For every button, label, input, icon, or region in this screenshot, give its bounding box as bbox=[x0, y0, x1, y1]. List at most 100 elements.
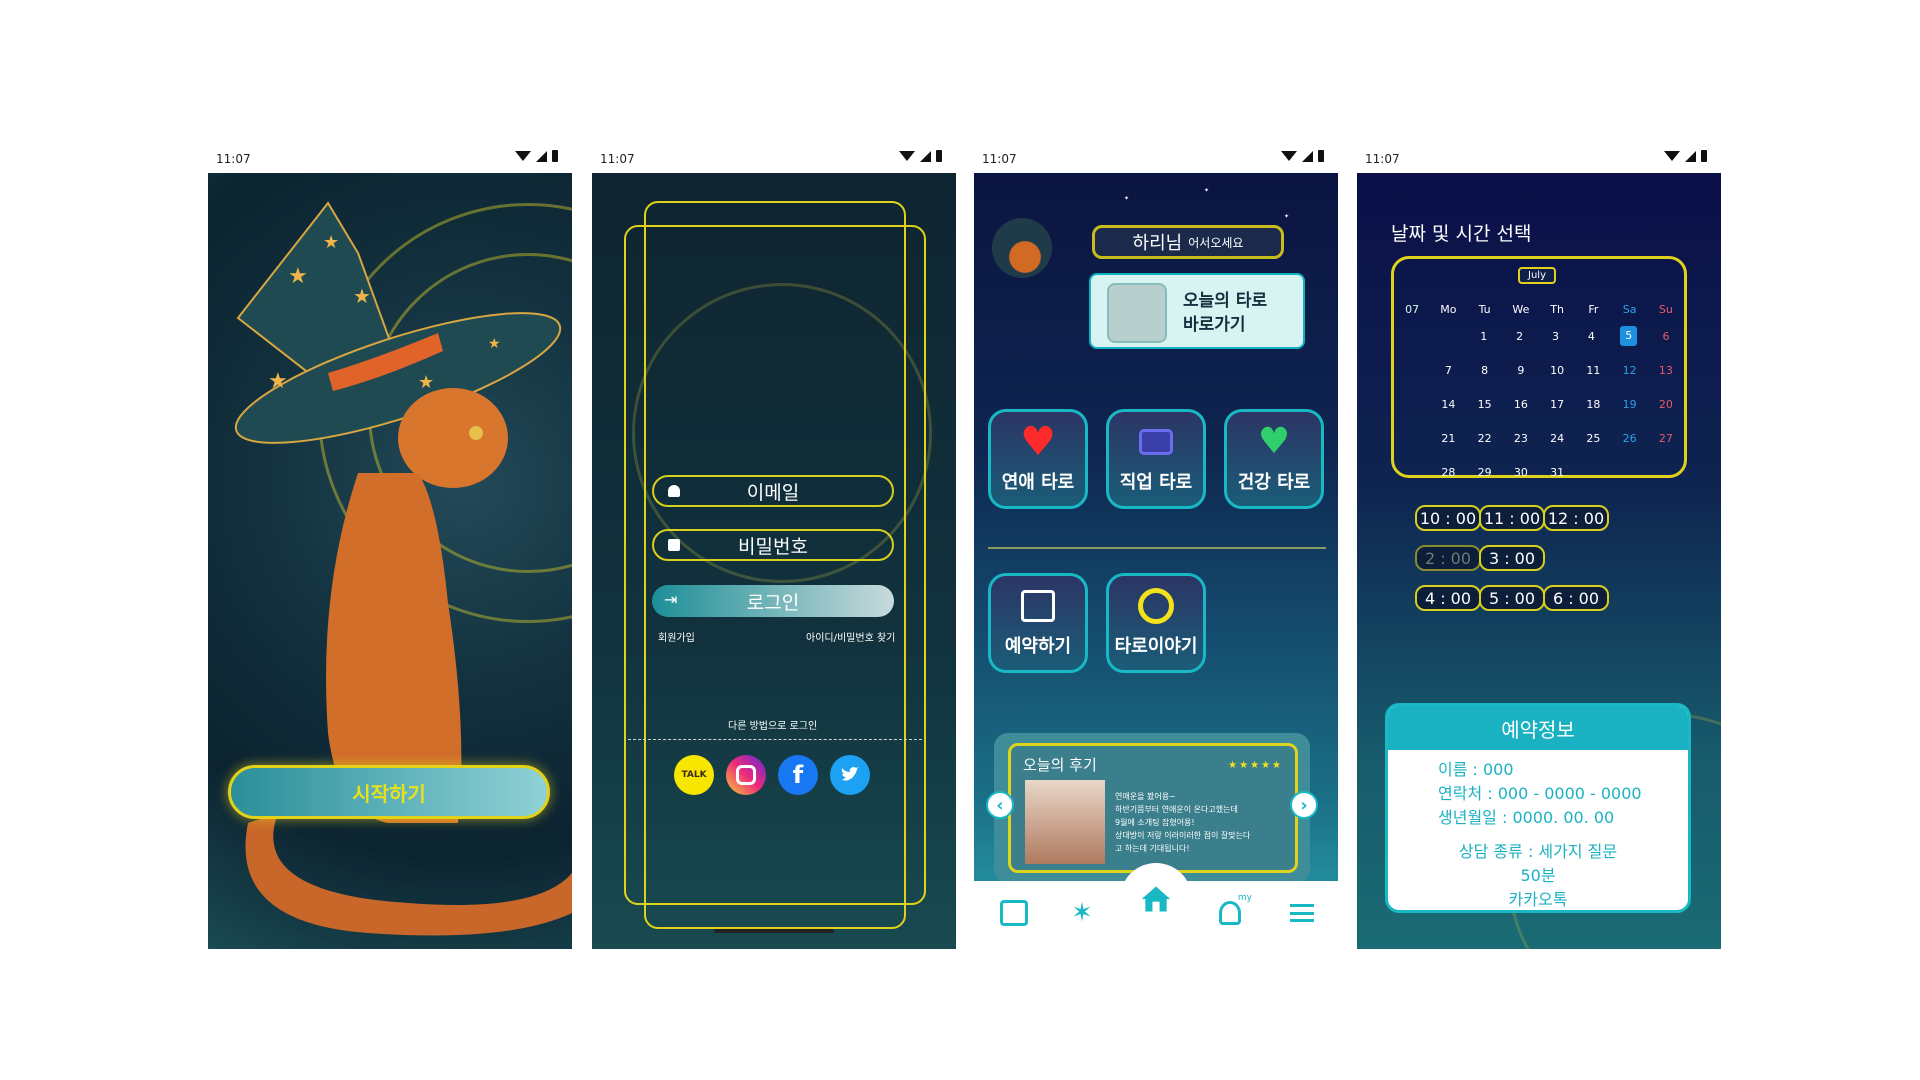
today-tarot-shortcut[interactable]: 오늘의 타로 바로가기 bbox=[1089, 273, 1305, 349]
status-bar: 11:07 bbox=[1357, 143, 1721, 173]
weekday: Sa bbox=[1622, 302, 1637, 316]
twitter-icon[interactable] bbox=[830, 755, 870, 795]
month-label[interactable]: July bbox=[1518, 267, 1556, 284]
info-duration: 50분 bbox=[1520, 866, 1556, 885]
cat-illustration: ★ ★ ★ ★ ★ ★ bbox=[234, 201, 572, 936]
signup-link[interactable]: 회원가입 bbox=[658, 629, 695, 644]
weekday: Fr bbox=[1588, 302, 1599, 316]
my-page-nav-icon[interactable]: my bbox=[1214, 893, 1252, 929]
time-slot[interactable]: 3 : 00 bbox=[1479, 545, 1545, 571]
tile-label: 직업 타로 bbox=[1119, 472, 1193, 493]
time-slot[interactable]: 6 : 00 bbox=[1543, 585, 1609, 611]
reservation-button[interactable]: 예약하기 bbox=[988, 573, 1088, 673]
reviewer-photo bbox=[1025, 780, 1105, 864]
login-button[interactable]: ⇥ 로그인 bbox=[652, 585, 894, 617]
calendar-day[interactable]: 31 bbox=[1539, 466, 1575, 479]
time-slot[interactable]: 11 : 00 bbox=[1479, 505, 1545, 531]
calendar-day[interactable]: 11 bbox=[1575, 364, 1611, 377]
greeting-name: 하리님 bbox=[1132, 233, 1183, 254]
status-time: 11:07 bbox=[1365, 152, 1400, 166]
time-slot[interactable]: 5 : 00 bbox=[1479, 585, 1545, 611]
calendar-day[interactable]: 1 bbox=[1466, 330, 1502, 343]
calendar-day[interactable]: 22 bbox=[1467, 432, 1503, 445]
calendar-day[interactable]: 26 bbox=[1612, 432, 1648, 445]
calendar-day[interactable]: 18 bbox=[1575, 398, 1611, 411]
email-field[interactable]: 이메일 bbox=[652, 475, 894, 507]
tarot-thumbnail bbox=[1107, 283, 1167, 343]
bottom-nav: ✶ my bbox=[974, 863, 1338, 949]
calendar-day[interactable]: 2 bbox=[1502, 330, 1538, 343]
status-time: 11:07 bbox=[600, 152, 635, 166]
calendar-day[interactable]: 3 bbox=[1538, 330, 1574, 343]
password-field[interactable]: 비밀번호 bbox=[652, 529, 894, 561]
status-bar: 11:07 bbox=[592, 143, 956, 173]
battery-icon bbox=[1318, 150, 1324, 162]
calendar-day[interactable]: 25 bbox=[1575, 432, 1611, 445]
kakaotalk-icon[interactable]: TALK bbox=[674, 755, 714, 795]
review-line: 상대방이 저랑 이러이러한 점이 잘맞는다 bbox=[1115, 831, 1251, 840]
signal-icon bbox=[920, 150, 931, 162]
facebook-icon[interactable]: f bbox=[778, 755, 818, 795]
calendar-day[interactable]: 21 bbox=[1430, 432, 1466, 445]
find-account-link[interactable]: 아이디/비밀번호 찾기 bbox=[806, 629, 895, 644]
calendar-day[interactable]: 9 bbox=[1503, 364, 1539, 377]
calendar-day[interactable]: 13 bbox=[1648, 364, 1684, 377]
health-icon: ♥ bbox=[1257, 421, 1291, 462]
splash-screen: 11:07 ★ ★ ★ ★ ★ ★ 시작하기 bbox=[208, 143, 572, 949]
status-time: 11:07 bbox=[982, 152, 1017, 166]
calendar-day[interactable]: 19 bbox=[1612, 398, 1648, 411]
menu-icon[interactable] bbox=[1286, 897, 1318, 929]
wifi-icon bbox=[515, 151, 531, 161]
avatar[interactable] bbox=[992, 218, 1052, 278]
calendar-day[interactable]: 20 bbox=[1648, 398, 1684, 411]
chevron-left-icon[interactable]: ‹ bbox=[986, 791, 1014, 819]
calendar-day[interactable]: 4 bbox=[1573, 330, 1609, 343]
calendar-day[interactable]: 29 bbox=[1467, 466, 1503, 479]
career-tarot-button[interactable]: 직업 타로 bbox=[1106, 409, 1206, 509]
login-screen: 11:07 이메일 비밀번호 ⇥ 로그인 회원가입 아이디/비밀번호 찾기 다른… bbox=[592, 143, 956, 949]
calendar-day[interactable]: 28 bbox=[1430, 466, 1466, 479]
time-slot-disabled: 2 : 00 bbox=[1415, 545, 1481, 571]
reservation-info-card: 예약정보 이름 : 000 연락처 : 000 - 0000 - 0000 생년… bbox=[1385, 703, 1691, 913]
lock-icon bbox=[668, 539, 680, 551]
calendar-day[interactable]: 24 bbox=[1539, 432, 1575, 445]
calendar-week-row: 28 29 30 31 bbox=[1394, 455, 1684, 489]
chevron-right-icon[interactable]: › bbox=[1290, 791, 1318, 819]
calendar-day[interactable]: 14 bbox=[1430, 398, 1466, 411]
time-slot[interactable]: 12 : 00 bbox=[1543, 505, 1609, 531]
calendar-day[interactable]: 16 bbox=[1503, 398, 1539, 411]
page-title: 날짜 및 시간 선택 bbox=[1391, 223, 1532, 245]
tarot-story-button[interactable]: 타로이야기 bbox=[1106, 573, 1206, 673]
login-icon: ⇥ bbox=[664, 590, 678, 609]
instagram-icon[interactable] bbox=[726, 755, 766, 795]
calendar-day[interactable]: 6 bbox=[1648, 330, 1684, 343]
info-name: 이름 : 000 bbox=[1438, 760, 1514, 779]
home-icon[interactable] bbox=[1140, 883, 1172, 915]
weekday-row: 07 Mo Tu We Th Fr Sa Su bbox=[1394, 299, 1684, 319]
calendar-day[interactable]: 12 bbox=[1612, 364, 1648, 377]
calendar-day[interactable]: 30 bbox=[1503, 466, 1539, 479]
briefcase-icon bbox=[1136, 422, 1176, 462]
love-tarot-button[interactable]: ♥ 연애 타로 bbox=[988, 409, 1088, 509]
kakao-text: TALK bbox=[681, 770, 707, 780]
svg-text:★: ★ bbox=[268, 369, 288, 394]
signal-icon bbox=[1685, 150, 1696, 162]
calendar-day[interactable]: 10 bbox=[1539, 364, 1575, 377]
calendar-day[interactable]: 23 bbox=[1503, 432, 1539, 445]
weekday: Su bbox=[1658, 302, 1673, 316]
calendar-day[interactable]: 15 bbox=[1467, 398, 1503, 411]
time-slot[interactable]: 10 : 00 bbox=[1415, 505, 1481, 531]
calendar-day[interactable]: 17 bbox=[1539, 398, 1575, 411]
tarot-reader-nav-icon[interactable]: ✶ bbox=[1066, 897, 1098, 929]
start-button[interactable]: 시작하기 bbox=[228, 765, 550, 819]
time-slot[interactable]: 4 : 00 bbox=[1415, 585, 1481, 611]
calendar-day-selected[interactable]: 5 bbox=[1620, 326, 1638, 346]
calendar-day[interactable]: 8 bbox=[1467, 364, 1503, 377]
calendar-day[interactable]: 7 bbox=[1430, 364, 1466, 377]
calendar-week-row: 7 8 9 10 11 12 13 bbox=[1394, 353, 1684, 387]
calendar-week-row: 14 15 16 17 18 19 20 bbox=[1394, 387, 1684, 421]
wheel-icon bbox=[1136, 586, 1176, 626]
calendar-nav-icon[interactable] bbox=[998, 897, 1030, 929]
health-tarot-button[interactable]: ♥ 건강 타로 bbox=[1224, 409, 1324, 509]
calendar-day[interactable]: 27 bbox=[1648, 432, 1684, 445]
